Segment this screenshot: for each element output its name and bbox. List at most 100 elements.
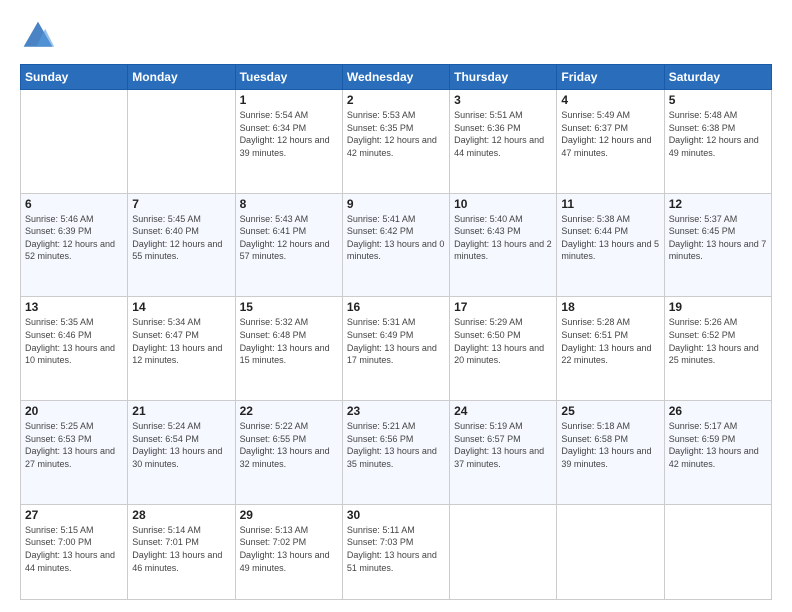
calendar-cell: 7 Sunrise: 5:45 AM Sunset: 6:40 PM Daylig… (128, 193, 235, 297)
calendar-cell: 9 Sunrise: 5:41 AM Sunset: 6:42 PM Daylig… (342, 193, 449, 297)
day-info: Sunrise: 5:26 AM Sunset: 6:52 PM Dayligh… (669, 316, 767, 366)
day-number: 18 (561, 300, 659, 314)
week-row-1: 1Sunrise: 5:54 AM Sunset: 6:34 PM Daylig… (21, 90, 772, 194)
calendar-cell: 22 Sunrise: 5:22 AM Sunset: 6:55 PM Dayli… (235, 401, 342, 505)
calendar-cell: 25 Sunrise: 5:18 AM Sunset: 6:58 PM Dayli… (557, 401, 664, 505)
weekday-header-sunday: Sunday (21, 65, 128, 90)
day-number: 8 (240, 197, 338, 211)
calendar-cell: 3 Sunrise: 5:51 AM Sunset: 6:36 PM Daylig… (450, 90, 557, 194)
day-number: 20 (25, 404, 123, 418)
calendar-cell: 8 Sunrise: 5:43 AM Sunset: 6:41 PM Daylig… (235, 193, 342, 297)
day-number: 4 (561, 93, 659, 107)
day-info: Sunrise: 5:19 AM Sunset: 6:57 PM Dayligh… (454, 420, 552, 470)
calendar-cell: 23 Sunrise: 5:21 AM Sunset: 6:56 PM Dayli… (342, 401, 449, 505)
logo (20, 18, 62, 54)
calendar-cell: 4 Sunrise: 5:49 AM Sunset: 6:37 PM Daylig… (557, 90, 664, 194)
day-number: 30 (347, 508, 445, 522)
week-row-3: 13 Sunrise: 5:35 AM Sunset: 6:46 PM Dayli… (21, 297, 772, 401)
weekday-header-tuesday: Tuesday (235, 65, 342, 90)
day-info: Sunrise: 5:25 AM Sunset: 6:53 PM Dayligh… (25, 420, 123, 470)
calendar-cell (450, 504, 557, 599)
day-number: 5 (669, 93, 767, 107)
day-info: Sunrise: 5:22 AM Sunset: 6:55 PM Dayligh… (240, 420, 338, 470)
day-number: 7 (132, 197, 230, 211)
day-info: Sunrise: 5:51 AM Sunset: 6:36 PM Dayligh… (454, 109, 552, 159)
calendar-cell: 14 Sunrise: 5:34 AM Sunset: 6:47 PM Dayli… (128, 297, 235, 401)
week-row-2: 6Sunrise: 5:46 AM Sunset: 6:39 PM Daylig… (21, 193, 772, 297)
day-number: 29 (240, 508, 338, 522)
calendar-cell: 5 Sunrise: 5:48 AM Sunset: 6:38 PM Daylig… (664, 90, 771, 194)
calendar-table: SundayMondayTuesdayWednesdayThursdayFrid… (20, 64, 772, 600)
day-number: 17 (454, 300, 552, 314)
day-number: 2 (347, 93, 445, 107)
day-info: Sunrise: 5:11 AM Sunset: 7:03 PM Dayligh… (347, 524, 445, 574)
day-number: 23 (347, 404, 445, 418)
day-number: 9 (347, 197, 445, 211)
day-info: Sunrise: 5:28 AM Sunset: 6:51 PM Dayligh… (561, 316, 659, 366)
day-info: Sunrise: 5:46 AM Sunset: 6:39 PM Dayligh… (25, 213, 123, 263)
day-number: 16 (347, 300, 445, 314)
day-info: Sunrise: 5:18 AM Sunset: 6:58 PM Dayligh… (561, 420, 659, 470)
day-number: 13 (25, 300, 123, 314)
day-info: Sunrise: 5:35 AM Sunset: 6:46 PM Dayligh… (25, 316, 123, 366)
day-number: 26 (669, 404, 767, 418)
header (20, 18, 772, 54)
day-number: 12 (669, 197, 767, 211)
calendar-cell: 26 Sunrise: 5:17 AM Sunset: 6:59 PM Dayli… (664, 401, 771, 505)
calendar-cell: 1Sunrise: 5:54 AM Sunset: 6:34 PM Daylig… (235, 90, 342, 194)
day-info: Sunrise: 5:21 AM Sunset: 6:56 PM Dayligh… (347, 420, 445, 470)
weekday-header-saturday: Saturday (664, 65, 771, 90)
day-number: 25 (561, 404, 659, 418)
day-number: 22 (240, 404, 338, 418)
day-number: 19 (669, 300, 767, 314)
day-info: Sunrise: 5:43 AM Sunset: 6:41 PM Dayligh… (240, 213, 338, 263)
day-info: Sunrise: 5:40 AM Sunset: 6:43 PM Dayligh… (454, 213, 552, 263)
weekday-header-wednesday: Wednesday (342, 65, 449, 90)
logo-icon (20, 18, 56, 54)
day-number: 28 (132, 508, 230, 522)
day-info: Sunrise: 5:48 AM Sunset: 6:38 PM Dayligh… (669, 109, 767, 159)
calendar-cell: 21Sunrise: 5:24 AM Sunset: 6:54 PM Dayli… (128, 401, 235, 505)
day-info: Sunrise: 5:17 AM Sunset: 6:59 PM Dayligh… (669, 420, 767, 470)
day-info: Sunrise: 5:15 AM Sunset: 7:00 PM Dayligh… (25, 524, 123, 574)
day-number: 3 (454, 93, 552, 107)
calendar-cell: 11 Sunrise: 5:38 AM Sunset: 6:44 PM Dayli… (557, 193, 664, 297)
weekday-header-friday: Friday (557, 65, 664, 90)
day-info: Sunrise: 5:31 AM Sunset: 6:49 PM Dayligh… (347, 316, 445, 366)
day-info: Sunrise: 5:32 AM Sunset: 6:48 PM Dayligh… (240, 316, 338, 366)
calendar-cell: 24 Sunrise: 5:19 AM Sunset: 6:57 PM Dayli… (450, 401, 557, 505)
week-row-5: 27 Sunrise: 5:15 AM Sunset: 7:00 PM Dayli… (21, 504, 772, 599)
calendar-cell: 16 Sunrise: 5:31 AM Sunset: 6:49 PM Dayli… (342, 297, 449, 401)
day-number: 27 (25, 508, 123, 522)
calendar-cell (664, 504, 771, 599)
day-number: 24 (454, 404, 552, 418)
day-info: Sunrise: 5:37 AM Sunset: 6:45 PM Dayligh… (669, 213, 767, 263)
calendar-cell: 29 Sunrise: 5:13 AM Sunset: 7:02 PM Dayli… (235, 504, 342, 599)
day-info: Sunrise: 5:49 AM Sunset: 6:37 PM Dayligh… (561, 109, 659, 159)
calendar-cell: 13 Sunrise: 5:35 AM Sunset: 6:46 PM Dayli… (21, 297, 128, 401)
calendar-cell (557, 504, 664, 599)
calendar-cell: 18 Sunrise: 5:28 AM Sunset: 6:51 PM Dayli… (557, 297, 664, 401)
calendar-cell: 17 Sunrise: 5:29 AM Sunset: 6:50 PM Dayli… (450, 297, 557, 401)
day-info: Sunrise: 5:24 AM Sunset: 6:54 PM Dayligh… (132, 420, 230, 470)
day-info: Sunrise: 5:54 AM Sunset: 6:34 PM Dayligh… (240, 109, 338, 159)
day-info: Sunrise: 5:14 AM Sunset: 7:01 PM Dayligh… (132, 524, 230, 574)
day-info: Sunrise: 5:29 AM Sunset: 6:50 PM Dayligh… (454, 316, 552, 366)
day-number: 14 (132, 300, 230, 314)
calendar-cell: 27 Sunrise: 5:15 AM Sunset: 7:00 PM Dayli… (21, 504, 128, 599)
calendar-cell: 12 Sunrise: 5:37 AM Sunset: 6:45 PM Dayli… (664, 193, 771, 297)
weekday-header-row: SundayMondayTuesdayWednesdayThursdayFrid… (21, 65, 772, 90)
day-info: Sunrise: 5:13 AM Sunset: 7:02 PM Dayligh… (240, 524, 338, 574)
day-info: Sunrise: 5:45 AM Sunset: 6:40 PM Dayligh… (132, 213, 230, 263)
day-number: 10 (454, 197, 552, 211)
calendar-cell (128, 90, 235, 194)
calendar-cell: 30 Sunrise: 5:11 AM Sunset: 7:03 PM Dayli… (342, 504, 449, 599)
day-info: Sunrise: 5:41 AM Sunset: 6:42 PM Dayligh… (347, 213, 445, 263)
day-number: 11 (561, 197, 659, 211)
page: SundayMondayTuesdayWednesdayThursdayFrid… (0, 0, 792, 612)
day-info: Sunrise: 5:38 AM Sunset: 6:44 PM Dayligh… (561, 213, 659, 263)
calendar-cell (21, 90, 128, 194)
weekday-header-monday: Monday (128, 65, 235, 90)
day-info: Sunrise: 5:34 AM Sunset: 6:47 PM Dayligh… (132, 316, 230, 366)
day-info: Sunrise: 5:53 AM Sunset: 6:35 PM Dayligh… (347, 109, 445, 159)
